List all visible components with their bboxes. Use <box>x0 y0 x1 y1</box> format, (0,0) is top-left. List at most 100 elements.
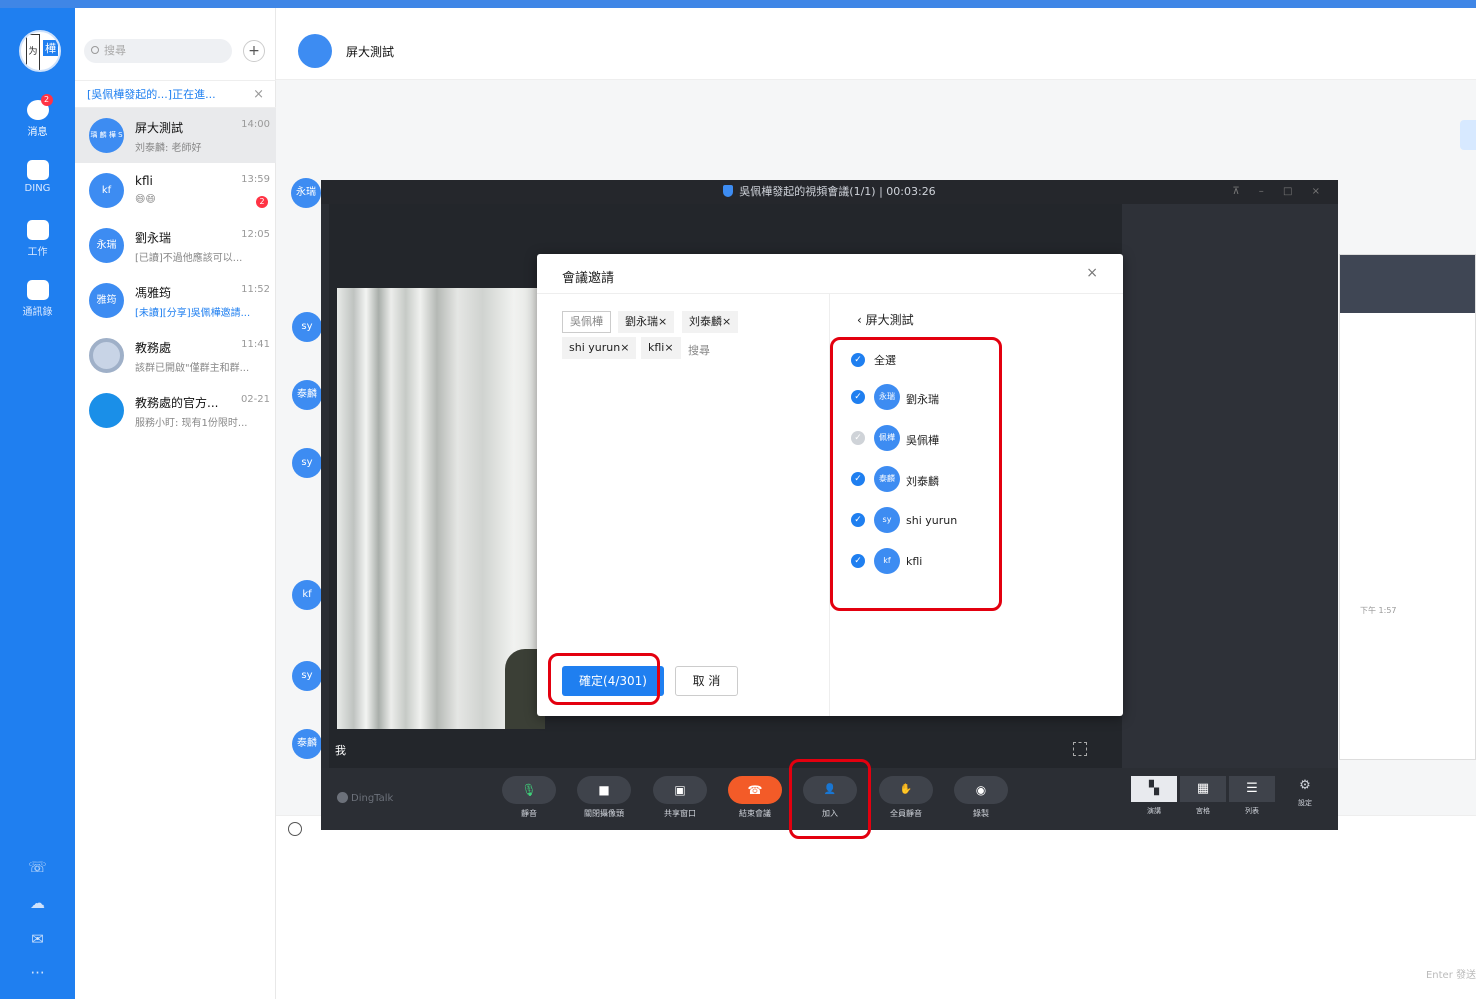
avatar[interactable]: sy <box>292 312 322 342</box>
avatar[interactable]: kf <box>292 580 322 610</box>
my-avatar[interactable]: 为 樺 <box>19 30 61 72</box>
nav-messages[interactable]: 2 消息 <box>0 94 75 138</box>
nav-messages-label: 消息 <box>27 127 48 138</box>
list-item[interactable]: 教務處 該群已開啟"僅群主和群... 11:41 <box>75 328 276 383</box>
background-window-header <box>1340 255 1475 313</box>
unread-badge: 2 <box>40 94 53 106</box>
conv-name: 屏大測試 <box>135 121 184 135</box>
message-input-area[interactable]: Enter 發送 <box>276 815 1476 999</box>
camera-off-button[interactable]: ■ 關閉攝像頭 <box>576 776 632 819</box>
office-avatar <box>89 338 124 373</box>
speaker-layout-icon: ▚ <box>1149 781 1159 796</box>
settings-button[interactable]: ⚙ 設定 <box>1282 776 1328 808</box>
conv-preview: 😄😄 <box>135 194 156 205</box>
list-layout-button[interactable]: ☰ 列表 <box>1229 776 1275 816</box>
list-item[interactable]: 瑀 麟 樺 S 屏大測試 刘泰麟: 老師好 14:00 <box>75 108 276 163</box>
pill: ☎ <box>728 776 782 804</box>
fullscreen-icon[interactable] <box>1073 742 1087 756</box>
nav-work-label: 工作 <box>27 247 48 258</box>
nav-contacts[interactable]: 通訊錄 <box>0 280 75 318</box>
avatar[interactable]: 泰麟 <box>292 380 322 410</box>
avatar: 雅筠 <box>89 283 124 318</box>
lightning-icon <box>26 160 49 180</box>
more-icon[interactable]: ··· <box>0 964 75 982</box>
search-input[interactable]: 搜尋 <box>84 39 232 63</box>
conversation-list: 搜尋 + [吳佩樺發起的...]正在進... × 瑀 麟 樺 S 屏大測試 刘泰… <box>75 8 276 999</box>
list-item[interactable]: 永瑞 劉永瑞 [已讀]不過他應該可以... 12:05 <box>75 218 276 273</box>
conv-preview: 刘泰麟: 老師好 <box>135 143 202 154</box>
selected-chip[interactable]: 劉永瑞× <box>618 311 675 333</box>
selected-chip[interactable]: 刘泰麟× <box>682 311 739 333</box>
group-avatar: 瑀 麟 樺 S <box>89 118 124 153</box>
dingtalk-logo-icon <box>337 792 348 803</box>
group-avatar <box>298 34 332 68</box>
back-link[interactable]: ‹ 屏大測試 <box>857 311 914 328</box>
dingtalk-logo: DingTalk <box>337 792 393 804</box>
shield-icon <box>723 185 734 197</box>
record-icon: ◉ <box>975 783 987 797</box>
selected-chip[interactable]: kfli× <box>641 337 681 359</box>
avatar[interactable]: sy <box>292 661 322 691</box>
window-controls[interactable]: ⊼ – □ × <box>1232 180 1328 204</box>
cancel-button[interactable]: 取 消 <box>675 666 738 696</box>
cloud-icon[interactable]: ☁ <box>0 894 75 912</box>
add-button[interactable]: + <box>243 40 265 62</box>
conv-name: 教務處的官方... <box>135 396 219 410</box>
close-icon[interactable]: × <box>1086 265 1098 281</box>
selected-chip[interactable]: shi yurun× <box>562 337 637 359</box>
conv-preview: [未讀][分享]吳佩樺邀請... <box>135 308 251 319</box>
ongoing-meeting-bar[interactable]: [吳佩樺發起的...]正在進... × <box>75 80 276 108</box>
message-time: 下午 1:57 <box>1360 606 1397 615</box>
microphone-icon: 🎙 <box>521 783 537 797</box>
phone-icon[interactable]: ☏ <box>0 858 75 876</box>
share-window-label: 共享窗口 <box>664 809 696 818</box>
list-item[interactable]: 雅筠 馮雅筠 [未讀][分享]吳佩樺邀請... 11:52 <box>75 273 276 328</box>
pill: 🎙 <box>502 776 556 804</box>
record-button[interactable]: ◉ 錄製 <box>953 776 1009 819</box>
hand-icon: ✋ <box>899 784 913 795</box>
selected-chip: 吳佩樺 <box>562 311 611 333</box>
enter-hint: Enter 發送 <box>1425 970 1476 981</box>
avatar[interactable]: sy <box>292 448 322 478</box>
avatar[interactable]: 永瑞 <box>291 178 321 208</box>
mute-all-label: 全員靜音 <box>890 809 922 818</box>
nav-work[interactable]: 工作 <box>0 220 75 258</box>
speaker-layout-button[interactable]: ▚ 演講 <box>1131 776 1177 816</box>
camera-icon: ■ <box>598 783 610 797</box>
grid-layout-button[interactable]: ▦ 宮格 <box>1180 776 1226 816</box>
grid-apps-icon <box>26 220 49 240</box>
list-layout-icon: ☰ <box>1246 781 1258 796</box>
conv-time: 11:41 <box>241 339 270 350</box>
chat-bubble-icon: 2 <box>26 94 53 120</box>
pill: ■ <box>577 776 631 804</box>
conv-time: 02-21 <box>240 394 270 405</box>
avatar[interactable]: 泰麟 <box>292 729 322 759</box>
end-meeting-button[interactable]: ☎ 結束會議 <box>727 776 783 819</box>
avatar: kf <box>89 173 124 208</box>
emoji-icon[interactable] <box>288 822 302 836</box>
conv-time: 11:52 <box>241 284 270 295</box>
mute-all-button[interactable]: ✋ 全員靜音 <box>878 776 934 819</box>
search-icon <box>91 46 99 54</box>
chip-search-input[interactable]: 搜尋 <box>688 342 710 358</box>
background-window: 下午 1:57 <box>1339 254 1476 760</box>
nav-ding[interactable]: DING <box>0 160 75 194</box>
mute-button[interactable]: 🎙 靜音 <box>501 776 557 819</box>
mail-icon[interactable]: ✉ <box>0 930 75 948</box>
highlight-member-list <box>830 337 1002 611</box>
window-top-strip <box>0 0 1476 8</box>
grid-layout-label: 宮格 <box>1196 807 1210 815</box>
chat-header: 屏大測試 <box>276 8 1476 80</box>
close-icon[interactable]: × <box>253 81 264 109</box>
settings-label: 設定 <box>1298 799 1312 807</box>
conv-time: 13:59 <box>241 174 270 185</box>
pill: ◉ <box>954 776 1008 804</box>
share-window-button[interactable]: ▣ 共享窗口 <box>652 776 708 819</box>
mute-label: 靜音 <box>521 809 537 818</box>
highlight-confirm-button <box>548 653 660 705</box>
conv-name: 教務處 <box>135 341 172 355</box>
list-item[interactable]: 教務處的官方... 服務小盯: 现有1份限时... 02-21 <box>75 383 276 438</box>
pill: ▣ <box>653 776 707 804</box>
conv-preview: 服務小盯: 现有1份限时... <box>135 418 248 429</box>
list-item[interactable]: kf kfli 😄😄 13:59 2 <box>75 163 276 218</box>
